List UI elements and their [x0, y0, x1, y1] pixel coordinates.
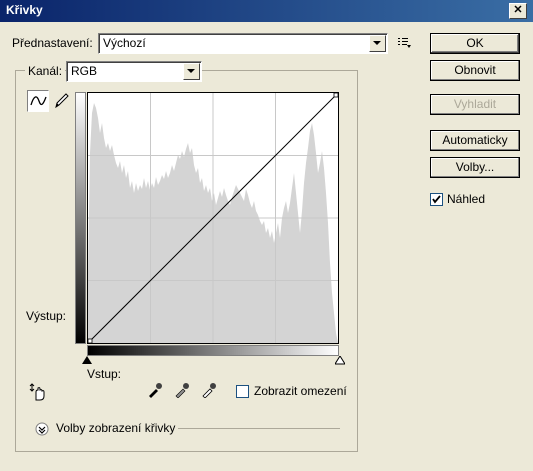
input-gradient-bar: [87, 345, 339, 356]
clipping-label: Zobrazit omezení: [254, 384, 347, 398]
preview-label: Náhled: [447, 192, 486, 206]
white-eyedropper-icon[interactable]: [201, 382, 217, 398]
preset-dropdown[interactable]: Výchozí: [98, 33, 388, 54]
black-eyedropper-icon[interactable]: [147, 382, 163, 398]
expand-chevron-icon[interactable]: [35, 422, 49, 436]
auto-button[interactable]: Automaticky: [430, 130, 520, 151]
output-label: Výstup:: [26, 309, 67, 323]
checkmark-icon: [432, 195, 441, 204]
preset-menu-icon[interactable]: [398, 37, 412, 49]
curve-tool-icon: [30, 96, 47, 106]
close-button[interactable]: ✕: [509, 3, 527, 19]
white-point-slider[interactable]: [335, 356, 345, 365]
pencil-icon: [55, 93, 69, 109]
options-button[interactable]: Volby...: [430, 157, 520, 178]
window-title: Křivky: [6, 3, 43, 17]
title-bar: Křivky ✕: [0, 0, 533, 22]
chevron-down-icon[interactable]: [369, 35, 386, 52]
ok-button[interactable]: OK: [430, 33, 520, 54]
display-options-label[interactable]: Volby zobrazení křivky: [56, 421, 175, 435]
channel-dropdown[interactable]: RGB: [66, 61, 202, 82]
preview-checkbox[interactable]: [430, 193, 443, 206]
smooth-button[interactable]: Vyhladit: [430, 94, 520, 115]
curve-graph-canvas[interactable]: [88, 93, 338, 343]
divider: [178, 428, 340, 429]
pencil-tool-button[interactable]: [51, 90, 73, 112]
preset-label: Přednastavení:: [12, 36, 93, 50]
output-gradient-bar: [75, 92, 86, 344]
channel-value: RGB: [71, 64, 98, 78]
gray-eyedropper-icon[interactable]: [174, 382, 190, 398]
input-label: Vstup:: [87, 367, 122, 381]
black-point-slider[interactable]: [82, 356, 92, 365]
hand-adjust-icon[interactable]: [28, 382, 48, 402]
preset-value: Výchozí: [103, 36, 146, 50]
curve-graph[interactable]: [87, 92, 339, 344]
curve-point-white: [333, 93, 338, 98]
chevron-down-icon[interactable]: [183, 63, 200, 80]
curve-point-black: [88, 338, 93, 343]
reset-button[interactable]: Obnovit: [430, 60, 520, 81]
curve-tool-button[interactable]: [27, 90, 49, 112]
channel-label: Kanál:: [25, 64, 66, 78]
clipping-checkbox[interactable]: [236, 385, 249, 398]
